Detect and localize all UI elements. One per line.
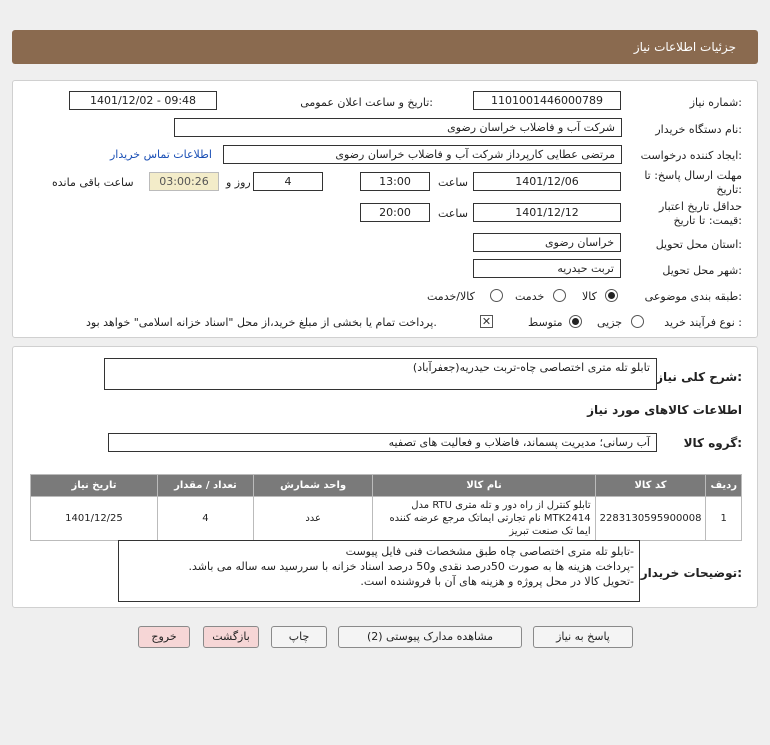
category-goods-service-label: کالا/خدمت — [427, 290, 475, 303]
treasury-payment-checkbox[interactable]: ✕ — [480, 315, 493, 328]
col-code: کد کالا — [594, 474, 707, 497]
validity-time-label: ساعت — [438, 207, 468, 220]
buyer-notes-box: -تابلو تله متری اختصاصی چاه طبق مشخصات ف… — [118, 540, 640, 602]
city-label: شهر محل تحویل: — [662, 264, 742, 277]
process-medium-label: متوسط — [528, 316, 563, 329]
process-medium-radio[interactable] — [569, 315, 582, 328]
goods-section-title: اطلاعات کالاهای مورد نیاز — [587, 403, 742, 417]
reply-time-field: 13:00 — [360, 172, 430, 191]
reply-date-field: 1401/12/06 — [473, 172, 621, 191]
category-goods-service-radio[interactable] — [490, 289, 503, 302]
buyer-org-field: شرکت آب و فاضلاب خراسان رضوی — [174, 118, 622, 137]
back-button[interactable]: بازگشت — [203, 626, 259, 648]
category-service-label: خدمت — [515, 290, 545, 303]
days-remaining-field: 4 — [253, 172, 323, 191]
process-minor-radio[interactable] — [631, 315, 644, 328]
cell-unit: عدد — [252, 496, 374, 541]
creator-label: ایجاد کننده درخواست: — [640, 149, 742, 162]
goods-table-header: ردیف کد کالا نام کالا واحد شمارش تعداد /… — [30, 474, 742, 497]
need-number-label: شماره نیاز: — [689, 96, 742, 109]
reply-button[interactable]: پاسخ به نیاز — [533, 626, 633, 648]
city-field: تربت حیدریه — [473, 259, 621, 278]
process-label: نوع فرآیند خرید : — [664, 316, 742, 329]
category-goods-radio[interactable] — [605, 289, 618, 302]
buyer-note-line: -تابلو تله متری اختصاصی چاه طبق مشخصات ف… — [345, 545, 634, 558]
remaining-time-field: 03:00:26 — [149, 172, 219, 191]
province-label: استان محل تحویل: — [655, 238, 742, 251]
announce-label: تاریخ و ساعت اعلان عمومی: — [300, 96, 433, 109]
buyer-notes-label: توضیحات خریدار: — [640, 566, 742, 580]
buyer-org-label: نام دستگاه خریدار: — [655, 123, 742, 136]
reply-time-label: ساعت — [438, 176, 468, 189]
cell-name: تابلو کنترل از راه دور و تله متری RTU مد… — [372, 496, 596, 541]
col-row: ردیف — [705, 474, 742, 497]
col-qty: تعداد / مقدار — [156, 474, 254, 497]
print-button[interactable]: چاپ — [271, 626, 327, 648]
page-header: جزئیات اطلاعات نیاز — [12, 30, 758, 64]
cell-qty: 4 — [156, 496, 254, 541]
reply-deadline-label: مهلت ارسال پاسخ: تا تاریخ: — [644, 169, 742, 196]
col-unit: واحد شمارش — [252, 474, 374, 497]
need-number-field: 1101001446000789 — [473, 91, 621, 110]
col-date: تاریخ نیاز — [30, 474, 158, 497]
creator-field: مرتضی عطایی کارپرداز شرکت آب و فاضلاب خر… — [223, 145, 622, 164]
exit-button[interactable]: خروج — [138, 626, 190, 648]
cell-row: 1 — [705, 496, 742, 541]
col-name: نام کالا — [372, 474, 596, 497]
need-title-field: تابلو تله متری اختصاصی چاه-تربت حیدریه(ج… — [104, 358, 657, 390]
category-goods-label: کالا — [582, 290, 597, 303]
page-title: جزئیات اطلاعات نیاز — [633, 40, 736, 54]
validity-time-field: 20:00 — [360, 203, 430, 222]
goods-group-field: آب رسانی؛ مدیریت پسماند، فاضلاب و فعالیت… — [108, 433, 657, 452]
buyer-note-line: -تحویل کالا در محل پروژه و هزینه های آن … — [360, 575, 634, 588]
validity-date-field: 1401/12/12 — [473, 203, 621, 222]
goods-table: ردیف کد کالا نام کالا واحد شمارش تعداد /… — [30, 474, 742, 541]
treasury-payment-note: پرداخت تمام یا بخشی از مبلغ خرید،از محل … — [86, 316, 437, 329]
cell-code: 2283130595900008 — [594, 496, 707, 541]
province-field: خراسان رضوی — [473, 233, 621, 252]
buyer-contact-link[interactable]: اطلاعات تماس خریدار — [110, 148, 212, 161]
need-title-label: شرح کلی نیاز: — [656, 370, 742, 384]
table-row: 1 2283130595900008 تابلو کنترل از راه دو… — [30, 496, 742, 541]
validity-label: حداقل تاریخ اعتبار قیمت: تا تاریخ: — [658, 200, 742, 227]
days-label: روز و — [226, 176, 251, 189]
cell-date: 1401/12/25 — [30, 496, 158, 541]
goods-group-label: گروه کالا: — [683, 436, 742, 450]
view-attachments-button[interactable]: مشاهده مدارک پیوستی (2) — [338, 626, 522, 648]
announce-field: 1401/12/02 - 09:48 — [69, 91, 217, 110]
category-service-radio[interactable] — [553, 289, 566, 302]
process-minor-label: جزیی — [597, 316, 623, 329]
buyer-note-line: -پرداخت هزینه ها به صورت 50درصد نقدی و50… — [188, 560, 634, 573]
remaining-time-label: ساعت باقی مانده — [52, 176, 134, 189]
category-label: طبقه بندی موضوعی: — [644, 290, 742, 303]
